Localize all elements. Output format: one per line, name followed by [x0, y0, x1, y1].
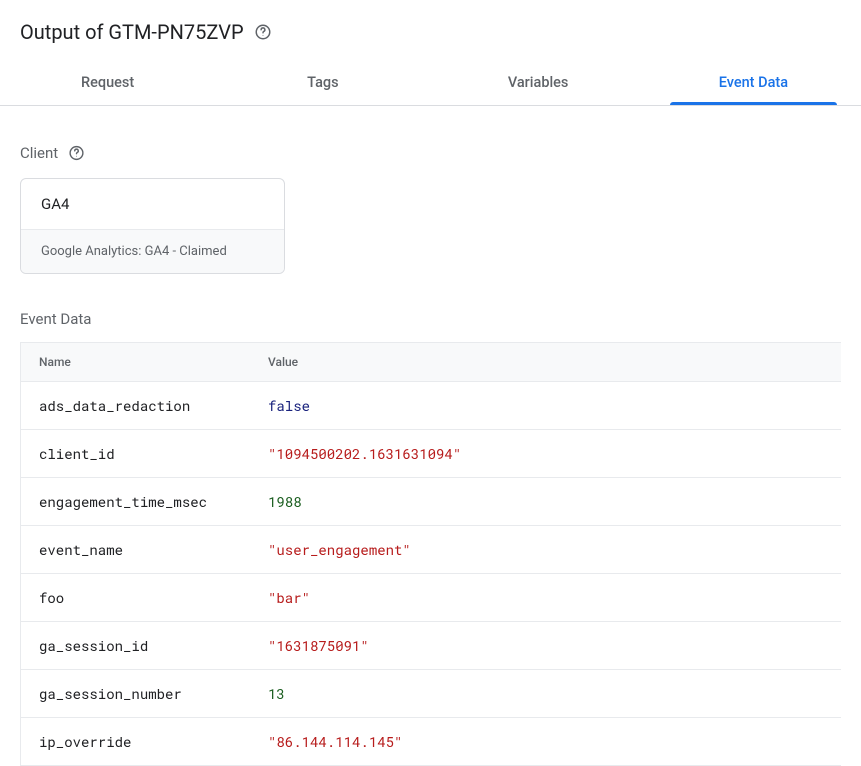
- table-row[interactable]: ga_session_id"1631875091": [21, 622, 841, 670]
- event-data-section-label: Event Data: [20, 310, 841, 328]
- cell-name: foo: [21, 574, 250, 621]
- cell-name: event_name: [21, 526, 250, 573]
- tabs-bar: Request Tags Variables Event Data: [0, 60, 861, 106]
- event-data-table: Name Value ads_data_redactionfalseclient…: [20, 342, 841, 766]
- tab-request[interactable]: Request: [0, 60, 215, 105]
- client-description: Google Analytics: GA4 - Claimed: [21, 229, 284, 273]
- table-row[interactable]: client_id"1094500202.1631631094": [21, 430, 841, 478]
- cell-name: engagement_time_msec: [21, 478, 250, 525]
- table-row[interactable]: ip_override"86.144.114.145": [21, 718, 841, 766]
- client-name: GA4: [21, 179, 284, 229]
- table-row[interactable]: event_name"user_engagement": [21, 526, 841, 574]
- tab-tags[interactable]: Tags: [215, 60, 430, 105]
- cell-value: 13: [250, 670, 841, 717]
- cell-value: "user_engagement": [250, 526, 841, 573]
- page-title: Output of GTM-PN75ZVP: [20, 20, 244, 44]
- cell-name: ip_override: [21, 718, 250, 765]
- help-icon[interactable]: [254, 23, 272, 41]
- client-section-header: Client: [20, 144, 841, 162]
- column-header-name: Name: [21, 343, 250, 381]
- tab-event-data[interactable]: Event Data: [646, 60, 861, 105]
- table-row[interactable]: foo"bar": [21, 574, 841, 622]
- column-header-value: Value: [250, 343, 841, 381]
- tab-variables[interactable]: Variables: [431, 60, 646, 105]
- cell-value: "1631875091": [250, 622, 841, 669]
- cell-name: client_id: [21, 430, 250, 477]
- cell-name: ga_session_id: [21, 622, 250, 669]
- table-header-row: Name Value: [21, 343, 841, 382]
- panel-header: Output of GTM-PN75ZVP: [0, 0, 861, 60]
- cell-value: "1094500202.1631631094": [250, 430, 841, 477]
- cell-value: "86.144.114.145": [250, 718, 841, 765]
- table-row[interactable]: ads_data_redactionfalse: [21, 382, 841, 430]
- table-row[interactable]: engagement_time_msec1988: [21, 478, 841, 526]
- table-row[interactable]: ga_session_number13: [21, 670, 841, 718]
- cell-value: 1988: [250, 478, 841, 525]
- client-card[interactable]: GA4 Google Analytics: GA4 - Claimed: [20, 178, 285, 274]
- cell-value: "bar": [250, 574, 841, 621]
- client-section-label: Client: [20, 144, 58, 162]
- cell-value: false: [250, 382, 841, 429]
- help-icon[interactable]: [68, 145, 85, 162]
- cell-name: ga_session_number: [21, 670, 250, 717]
- cell-name: ads_data_redaction: [21, 382, 250, 429]
